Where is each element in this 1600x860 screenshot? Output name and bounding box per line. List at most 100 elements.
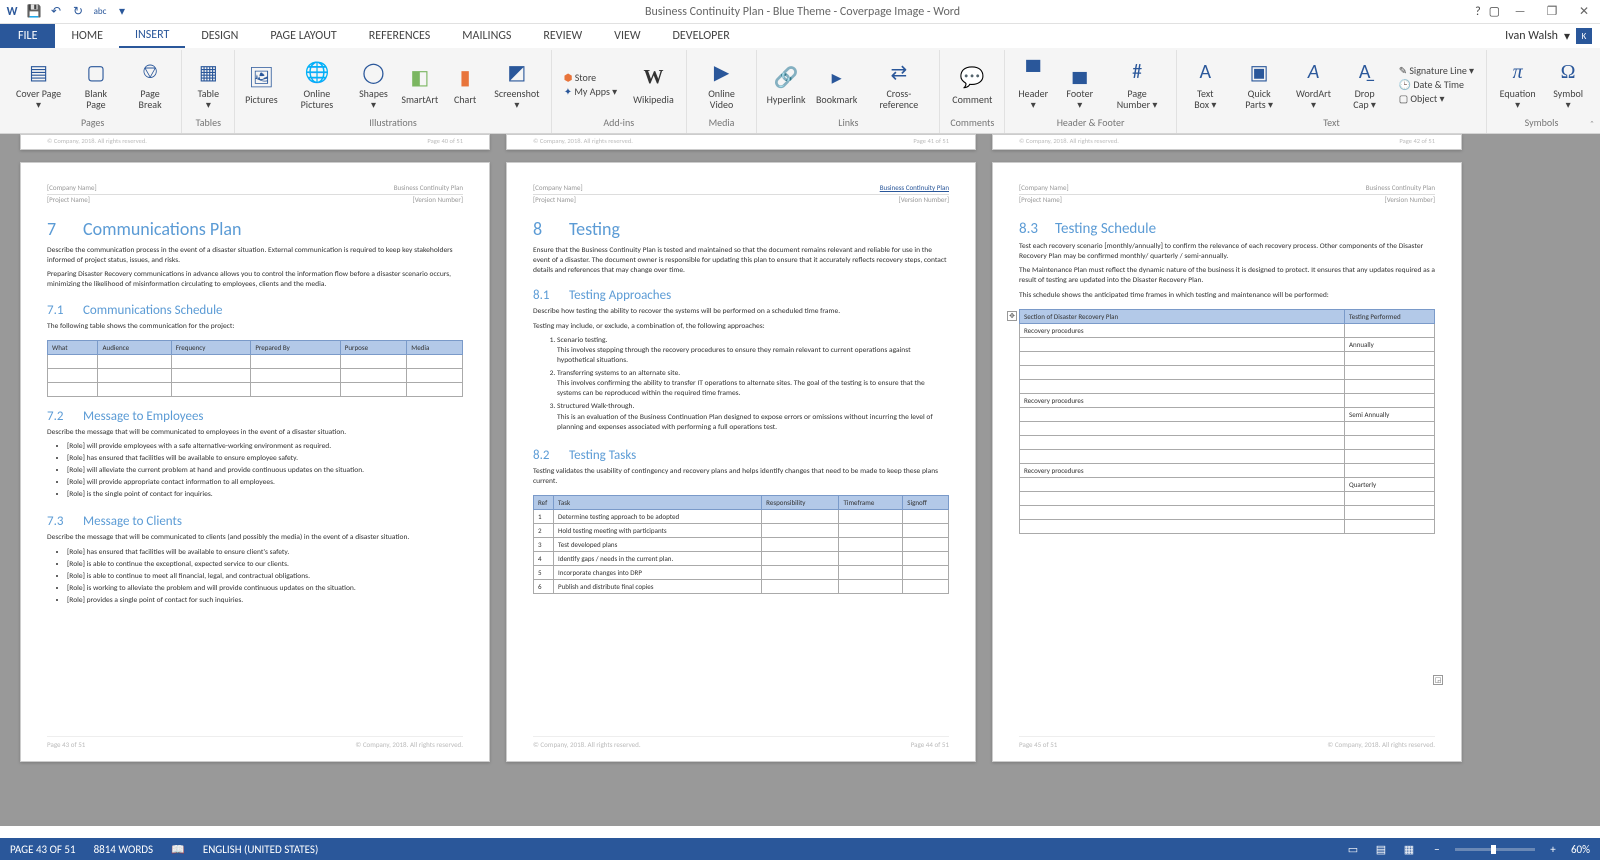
zoom-level[interactable]: 60% <box>1571 843 1590 856</box>
page-40-stub: © Company, 2018. All rights reserved.Pag… <box>20 134 490 150</box>
communications-schedule-table[interactable]: WhatAudienceFrequencyPrepared ByPurposeM… <box>47 340 463 397</box>
table-button[interactable]: ▦Table ▾ <box>188 56 228 112</box>
tab-mailings[interactable]: MAILINGS <box>446 24 527 48</box>
object-button[interactable]: ▢ Object ▾ <box>1399 92 1474 105</box>
collapse-ribbon-icon[interactable]: ˆ <box>1590 118 1594 131</box>
online-video-button[interactable]: ▶Online Video <box>693 56 751 112</box>
close-button[interactable]: ✕ <box>1572 4 1596 19</box>
testing-schedule-table[interactable]: Section of Disaster Recovery PlanTesting… <box>1019 309 1435 534</box>
zoom-out-icon[interactable]: − <box>1427 843 1447 856</box>
testing-approaches-list: Scenario testing.This involves stepping … <box>533 336 949 436</box>
dropcap-button[interactable]: A̲Drop Cap ▾ <box>1341 56 1389 112</box>
tab-file[interactable]: FILE <box>0 24 55 48</box>
status-bar: PAGE 43 OF 51 8814 WORDS 📖 ENGLISH (UNIT… <box>0 838 1600 860</box>
smartart-button[interactable]: ◧SmartArt <box>398 62 441 107</box>
page-44[interactable]: [Company Name]Business Continuity Plan [… <box>506 162 976 762</box>
heading-7: 7Communications Plan <box>47 218 463 240</box>
tab-home[interactable]: HOME <box>55 24 119 48</box>
paragraph: Describe the communication process in th… <box>47 246 463 266</box>
table-move-handle-icon[interactable]: ✥ <box>1007 311 1017 321</box>
table-resize-handle-icon[interactable]: ◲ <box>1433 675 1443 685</box>
group-links-label: Links <box>763 116 933 131</box>
group-links: 🔗Hyperlink ▸Bookmark ⇄Cross- reference L… <box>757 50 940 133</box>
customize-qat-icon[interactable]: ▾ <box>114 4 130 20</box>
bookmark-button[interactable]: ▸Bookmark <box>813 62 861 107</box>
ribbon-tabs: FILE HOME INSERT DESIGN PAGE LAYOUT REFE… <box>0 24 1600 48</box>
tab-view[interactable]: VIEW <box>598 24 656 48</box>
signature-line-button[interactable]: ✎ Signature Line ▾ <box>1399 64 1474 77</box>
page-43[interactable]: [Company Name]Business Continuity Plan [… <box>20 162 490 762</box>
tab-page-layout[interactable]: PAGE LAYOUT <box>254 24 352 48</box>
paragraph: Preparing Disaster Recovery communicatio… <box>47 270 463 290</box>
proofing-icon[interactable]: 📖 <box>171 843 185 856</box>
quick-access-toolbar: W 💾 ↶ ↻ abc ▾ <box>4 4 130 20</box>
user-dropdown-icon[interactable]: ▾ <box>1564 29 1570 44</box>
wikipedia-button[interactable]: WWikipedia <box>627 62 680 107</box>
screenshot-button[interactable]: ◩Screenshot ▾ <box>489 56 545 112</box>
ribbon-insert: ▤Cover Page ▾ ▢Blank Page ⎊Page Break Pa… <box>0 48 1600 134</box>
cover-page-button[interactable]: ▤Cover Page ▾ <box>10 56 67 112</box>
tab-design[interactable]: DESIGN <box>185 24 254 48</box>
symbol-button[interactable]: ΩSymbol ▾ <box>1546 56 1590 112</box>
group-symbols: πEquation ▾ ΩSymbol ▾ Symbols <box>1487 50 1596 133</box>
user-avatar[interactable]: K <box>1576 28 1592 44</box>
group-header-footer: ▀Header ▾ ▄Footer ▾ #Page Number ▾ Heade… <box>1005 50 1176 133</box>
redo-icon[interactable]: ↻ <box>70 4 86 20</box>
paragraph: Testing may include, or exclude, a combi… <box>533 322 949 332</box>
restore-button[interactable]: ❐ <box>1540 4 1564 19</box>
paragraph: Describe how testing the ability to reco… <box>533 307 949 317</box>
tab-review[interactable]: REVIEW <box>527 24 598 48</box>
comment-button[interactable]: 💬Comment <box>946 62 998 107</box>
date-time-button[interactable]: 🕒 Date & Time <box>1399 78 1474 91</box>
tab-developer[interactable]: DEVELOPER <box>657 24 746 48</box>
help-icon[interactable]: ? <box>1475 5 1481 19</box>
testing-tasks-table[interactable]: RefTaskResponsibilityTimeframeSignoff1De… <box>533 495 949 594</box>
store-button[interactable]: ⬢ Store <box>564 71 617 84</box>
paragraph: Describe the message that will be commun… <box>47 533 463 543</box>
save-icon[interactable]: 💾 <box>26 4 42 20</box>
quickparts-button[interactable]: ▣Quick Parts ▾ <box>1232 56 1287 112</box>
chart-button[interactable]: ▮Chart <box>445 62 485 107</box>
paragraph: Ensure that the Business Continuity Plan… <box>533 246 949 276</box>
pictures-button[interactable]: 🖼Pictures <box>241 62 281 107</box>
read-mode-icon[interactable]: ▭ <box>1343 843 1363 856</box>
user-name[interactable]: Ivan Walsh <box>1505 29 1558 43</box>
tab-insert[interactable]: INSERT <box>119 24 185 48</box>
page-number-button[interactable]: #Page Number ▾ <box>1104 56 1170 112</box>
minimize-button[interactable]: — <box>1508 5 1532 19</box>
paragraph: The Maintenance Plan must reflect the dy… <box>1019 266 1435 286</box>
page-break-button[interactable]: ⎊Page Break <box>125 56 175 112</box>
status-page[interactable]: PAGE 43 OF 51 <box>10 843 76 856</box>
page-45[interactable]: [Company Name]Business Continuity Plan [… <box>992 162 1462 762</box>
paragraph: The following table shows the communicat… <box>47 322 463 332</box>
header-button[interactable]: ▀Header ▾ <box>1011 56 1055 112</box>
footer-button[interactable]: ▄Footer ▾ <box>1059 56 1100 112</box>
status-language[interactable]: ENGLISH (UNITED STATES) <box>203 843 318 856</box>
page-42-stub: © Company, 2018. All rights reserved.Pag… <box>992 134 1462 150</box>
ribbon-display-icon[interactable]: ▢ <box>1489 4 1500 19</box>
textbox-button[interactable]: AText Box ▾ <box>1183 56 1228 112</box>
group-pages-label: Pages <box>10 116 175 131</box>
heading-7-1: 7.1Communications Schedule <box>47 303 463 318</box>
online-pictures-button[interactable]: 🌐Online Pictures <box>285 56 348 112</box>
tab-references[interactable]: REFERENCES <box>353 24 447 48</box>
myapps-button[interactable]: ✦ My Apps ▾ <box>564 85 617 98</box>
status-words[interactable]: 8814 WORDS <box>94 843 154 856</box>
group-symbols-label: Symbols <box>1493 116 1590 131</box>
hyperlink-button[interactable]: 🔗Hyperlink <box>763 62 809 107</box>
zoom-slider[interactable] <box>1455 848 1535 851</box>
group-comments-label: Comments <box>946 116 998 131</box>
spellcheck-icon[interactable]: abc <box>92 4 108 20</box>
crossref-button[interactable]: ⇄Cross- reference <box>864 56 933 112</box>
undo-icon[interactable]: ↶ <box>48 4 64 20</box>
print-layout-icon[interactable]: ▤ <box>1371 843 1391 856</box>
zoom-in-icon[interactable]: + <box>1543 843 1563 856</box>
web-layout-icon[interactable]: ▦ <box>1399 843 1419 856</box>
equation-button[interactable]: πEquation ▾ <box>1493 56 1542 112</box>
client-message-list: [Role] has ensured that facilities will … <box>47 548 463 609</box>
group-addins-label: Add-ins <box>558 116 680 131</box>
blank-page-button[interactable]: ▢Blank Page <box>71 56 121 112</box>
document-canvas[interactable]: © Company, 2018. All rights reserved.Pag… <box>0 134 1600 826</box>
wordart-button[interactable]: AWordArt ▾ <box>1291 56 1337 112</box>
shapes-button[interactable]: ◯Shapes ▾ <box>352 56 394 112</box>
